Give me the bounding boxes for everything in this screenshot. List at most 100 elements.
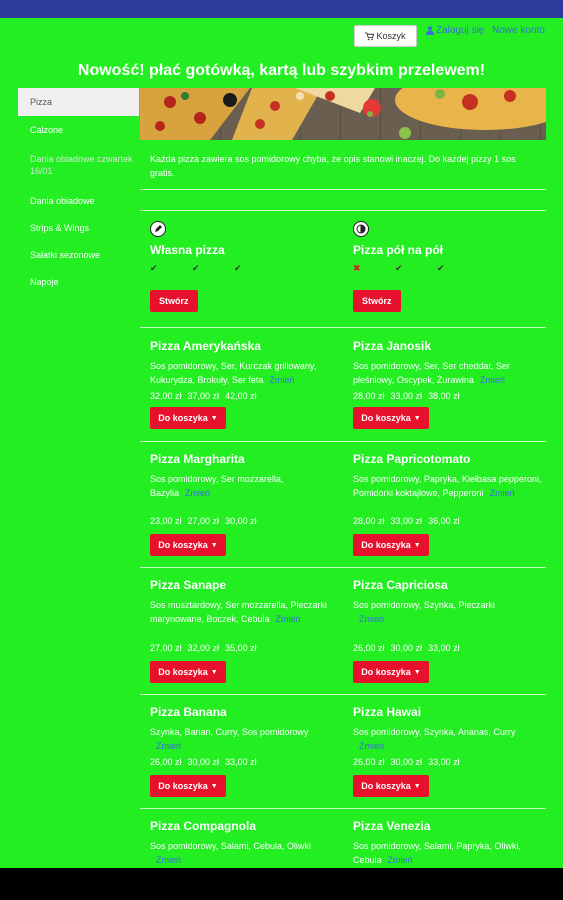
pizza-card-margharita: Pizza Margharita Sos pomidorowy, Ser moz… bbox=[150, 452, 340, 570]
caret-down-icon: ▼ bbox=[413, 414, 421, 422]
change-ingredients-link[interactable]: Zmień bbox=[185, 488, 210, 498]
divider bbox=[140, 808, 546, 809]
change-ingredients-link[interactable]: Zmień bbox=[269, 375, 294, 385]
add-to-cart-button[interactable]: Do koszyka ▼ bbox=[150, 775, 226, 797]
add-to-cart-label: Do koszyka bbox=[361, 540, 411, 550]
cart-button[interactable]: Koszyk bbox=[354, 25, 417, 47]
price-medium: 30,00 zł bbox=[187, 757, 220, 767]
sidebar-item-pizza[interactable]: Pizza bbox=[18, 88, 139, 116]
cart-icon bbox=[365, 31, 375, 40]
create-custom-pizza-button[interactable]: Stwórz bbox=[150, 290, 198, 312]
add-to-cart-label: Do koszyka bbox=[361, 781, 411, 791]
add-to-cart-button[interactable]: Do koszyka ▼ bbox=[150, 407, 226, 429]
sidebar-item-drinks[interactable]: Napoje bbox=[18, 268, 139, 295]
pizza-name: Pizza Compagnola bbox=[150, 819, 257, 833]
price-medium: 33,00 zł bbox=[390, 391, 423, 401]
pizza-card-papricotomato: Pizza Papricotomato Sos pomidorowy, Papr… bbox=[353, 452, 543, 570]
sidebar-item-lunch[interactable]: Dania obiadowe bbox=[18, 187, 139, 214]
price-small: 27,00 zł bbox=[150, 643, 182, 653]
change-ingredients-link[interactable]: Zmień bbox=[156, 741, 181, 751]
pizza-ingredients: Szynka, Banan, Curry, Sos pomidorowy bbox=[150, 727, 309, 737]
caret-down-icon: ▼ bbox=[210, 782, 218, 790]
price-large: 36,00 zł bbox=[428, 516, 460, 526]
pizza-description: Sos pomidorowy, Salami, Papryka, Oliwki,… bbox=[353, 839, 543, 867]
pizza-card-banana: Pizza Banana Szynka, Banan, Curry, Sos p… bbox=[150, 705, 340, 805]
change-ingredients-link[interactable]: Zmień bbox=[490, 488, 515, 498]
pizza-name: Pizza Hawai bbox=[353, 705, 422, 719]
pizza-ingredients: Sos pomidorowy, Salami, Papryka, Oliwki,… bbox=[353, 841, 521, 865]
check-icon: ✔ bbox=[437, 263, 445, 273]
pizza-name: Pizza Janosik bbox=[353, 339, 432, 353]
pizza-name: Pizza Margharita bbox=[150, 452, 245, 466]
login-link[interactable]: Zaloguj się bbox=[426, 25, 484, 36]
caret-down-icon: ▼ bbox=[413, 668, 421, 676]
pizza-card-amerykanska: Pizza Amerykańska Sos pomidorowy, Ser, K… bbox=[150, 339, 340, 439]
divider bbox=[140, 694, 546, 695]
change-ingredients-link[interactable]: Zmień bbox=[388, 855, 413, 865]
cart-label: Koszyk bbox=[376, 31, 406, 41]
change-ingredients-link[interactable]: Zmień bbox=[156, 855, 181, 865]
pencil-icon bbox=[150, 221, 166, 237]
pizza-description: Sos pomidorowy, Salami, Cebula, Oliwki Zm… bbox=[150, 839, 340, 867]
price-medium: 32,00 zł bbox=[187, 643, 220, 653]
promo-banner: Nowość! płać gotówką, kartą lub szybkim … bbox=[77, 62, 486, 79]
sidebar-item-calzone[interactable]: Calzone bbox=[18, 116, 139, 143]
add-to-cart-label: Do koszyka bbox=[158, 540, 208, 550]
change-ingredients-link[interactable]: Zmień bbox=[359, 741, 384, 751]
check-icon: ✔ bbox=[395, 263, 403, 273]
user-icon bbox=[426, 26, 434, 35]
add-to-cart-button[interactable]: Do koszyka ▼ bbox=[150, 534, 226, 556]
add-to-cart-button[interactable]: Do koszyka ▼ bbox=[353, 775, 429, 797]
price-medium: 30,00 zł bbox=[390, 757, 423, 767]
price-large: 42,00 zł bbox=[225, 391, 257, 401]
price-medium: 30,00 zł bbox=[390, 643, 423, 653]
add-to-cart-label: Do koszyka bbox=[158, 413, 208, 423]
add-to-cart-label: Do koszyka bbox=[361, 667, 411, 677]
create-half-half-pizza-button[interactable]: Stwórz bbox=[353, 290, 401, 312]
price-small: 32,00 zł bbox=[150, 391, 182, 401]
caret-down-icon: ▼ bbox=[210, 668, 218, 676]
caret-down-icon: ▼ bbox=[210, 541, 218, 549]
pizza-name: Pizza Banana bbox=[150, 705, 227, 719]
system-navigation-bar bbox=[0, 868, 563, 900]
pizza-card-janosik: Pizza Janosik Sos pomidorowy, Ser, Ser c… bbox=[353, 339, 543, 439]
login-label: Zaloguj się bbox=[436, 25, 485, 36]
price-large: 35,00 zł bbox=[225, 643, 257, 653]
change-ingredients-link[interactable]: Zmień bbox=[359, 614, 384, 624]
price-small: 26,00 zł bbox=[353, 757, 385, 767]
info-text: Każda pizza zawiera sos pomidorowy chyba… bbox=[150, 154, 516, 178]
pizza-prices: 32,00 zł 37,00 zł 42,00 zł bbox=[150, 391, 340, 401]
divider bbox=[140, 327, 546, 328]
add-to-cart-button[interactable]: Do koszyka ▼ bbox=[353, 407, 429, 429]
add-to-cart-label: Do koszyka bbox=[158, 667, 208, 677]
pizza-ingredients: Sos pomidorowy, Salami, Cebula, Oliwki bbox=[150, 841, 311, 851]
pizza-prices: 26,00 zł 30,00 zł 33,00 zł bbox=[353, 757, 466, 767]
register-link[interactable]: Nowe konto bbox=[492, 25, 545, 36]
half-pizza-icon bbox=[353, 221, 369, 237]
price-large: 38,00 zł bbox=[428, 391, 460, 401]
pizza-description: Sos pomidorowy, Szynka, Ananas, Curry Zmi… bbox=[353, 725, 543, 753]
pizza-description: Sos pomidorowy, Szynka, Pieczarki Zmień bbox=[353, 598, 543, 626]
add-to-cart-button[interactable]: Do koszyka ▼ bbox=[150, 661, 226, 683]
pizza-name: Pizza Capriciosa bbox=[353, 578, 448, 592]
caret-down-icon: ▼ bbox=[210, 414, 218, 422]
sidebar-item-salads[interactable]: Sałatki sezonowe bbox=[18, 241, 139, 268]
pizza-prices: 28,00 zł 33,00 zł 38,00 zł bbox=[353, 391, 543, 401]
pizza-name: Pizza Papricotomato bbox=[353, 452, 471, 466]
sidebar-item-lunch-special: Dania obiadowe czwartek 16/01 bbox=[30, 154, 133, 176]
custom-pizza-card: Własna pizza ✔ ✔ ✔ Stwórz bbox=[150, 221, 345, 312]
divider bbox=[140, 210, 546, 211]
add-to-cart-button[interactable]: Do koszyka ▼ bbox=[353, 661, 429, 683]
pizza-card-venezia: Pizza Venezia Sos pomidorowy, Salami, Pa… bbox=[353, 819, 543, 868]
pizza-description: Szynka, Banan, Curry, Sos pomidorowy Zmie… bbox=[150, 725, 340, 753]
price-medium: 33,00 zł bbox=[390, 516, 423, 526]
category-sidebar: Pizza Calzone Dania obiadowe czwartek 16… bbox=[18, 88, 139, 295]
price-large: 33,00 zł bbox=[428, 757, 460, 767]
pizza-card-sanape: Pizza Sanape Sos musztardowy, Ser mozzar… bbox=[150, 578, 340, 696]
change-ingredients-link[interactable]: Zmień bbox=[480, 375, 505, 385]
sidebar-item-strips-wings[interactable]: Strips & Wings bbox=[18, 214, 139, 241]
add-to-cart-button[interactable]: Do koszyka ▼ bbox=[353, 534, 429, 556]
change-ingredients-link[interactable]: Zmień bbox=[276, 614, 301, 624]
caret-down-icon: ▼ bbox=[413, 782, 421, 790]
pizza-ingredients: Sos pomidorowy, Szynka, Ananas, Curry bbox=[353, 727, 516, 737]
